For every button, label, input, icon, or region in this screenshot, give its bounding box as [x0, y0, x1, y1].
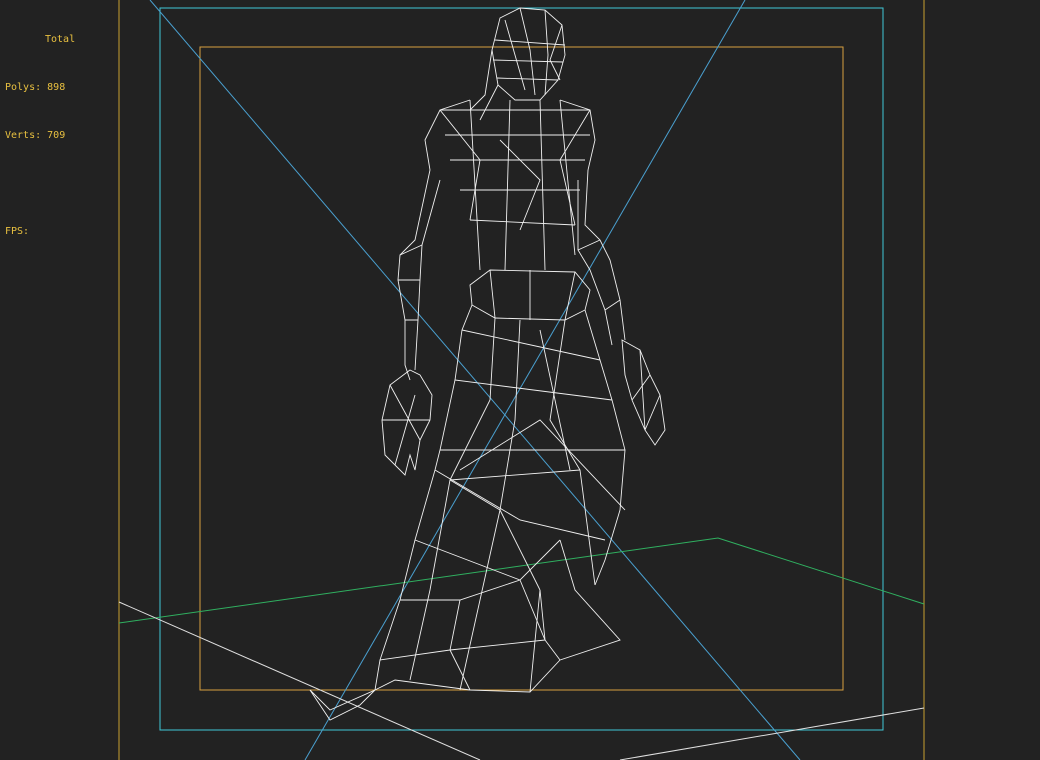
verts-value: 709	[47, 130, 66, 141]
grid-line-white-1	[118, 601, 481, 760]
camera-diagonal-2	[304, 0, 746, 760]
3d-viewport[interactable]: Total Polys: 898 Verts: 709 FPS:	[0, 0, 1040, 760]
wireframe-model	[309, 7, 666, 721]
fps-label: FPS:	[5, 226, 30, 237]
title-safe-frame	[199, 46, 844, 691]
verts-label: Verts:	[5, 130, 42, 141]
stats-title: Total	[45, 34, 76, 45]
stats-fps: FPS:	[5, 224, 75, 240]
grid-line-green	[118, 537, 925, 624]
stats-verts: Verts: 709	[5, 128, 75, 144]
viewport-statistics: Total Polys: 898 Verts: 709 FPS:	[5, 0, 75, 272]
polys-label: Polys:	[5, 82, 42, 93]
action-safe-frame	[159, 7, 884, 731]
viewport-canvas	[118, 0, 925, 760]
grid-line-white-2	[619, 707, 925, 760]
stats-polys: Polys: 898	[5, 80, 75, 96]
stats-spacer	[5, 176, 75, 192]
polys-value: 898	[47, 82, 66, 93]
camera-diagonal-1	[149, 0, 801, 760]
